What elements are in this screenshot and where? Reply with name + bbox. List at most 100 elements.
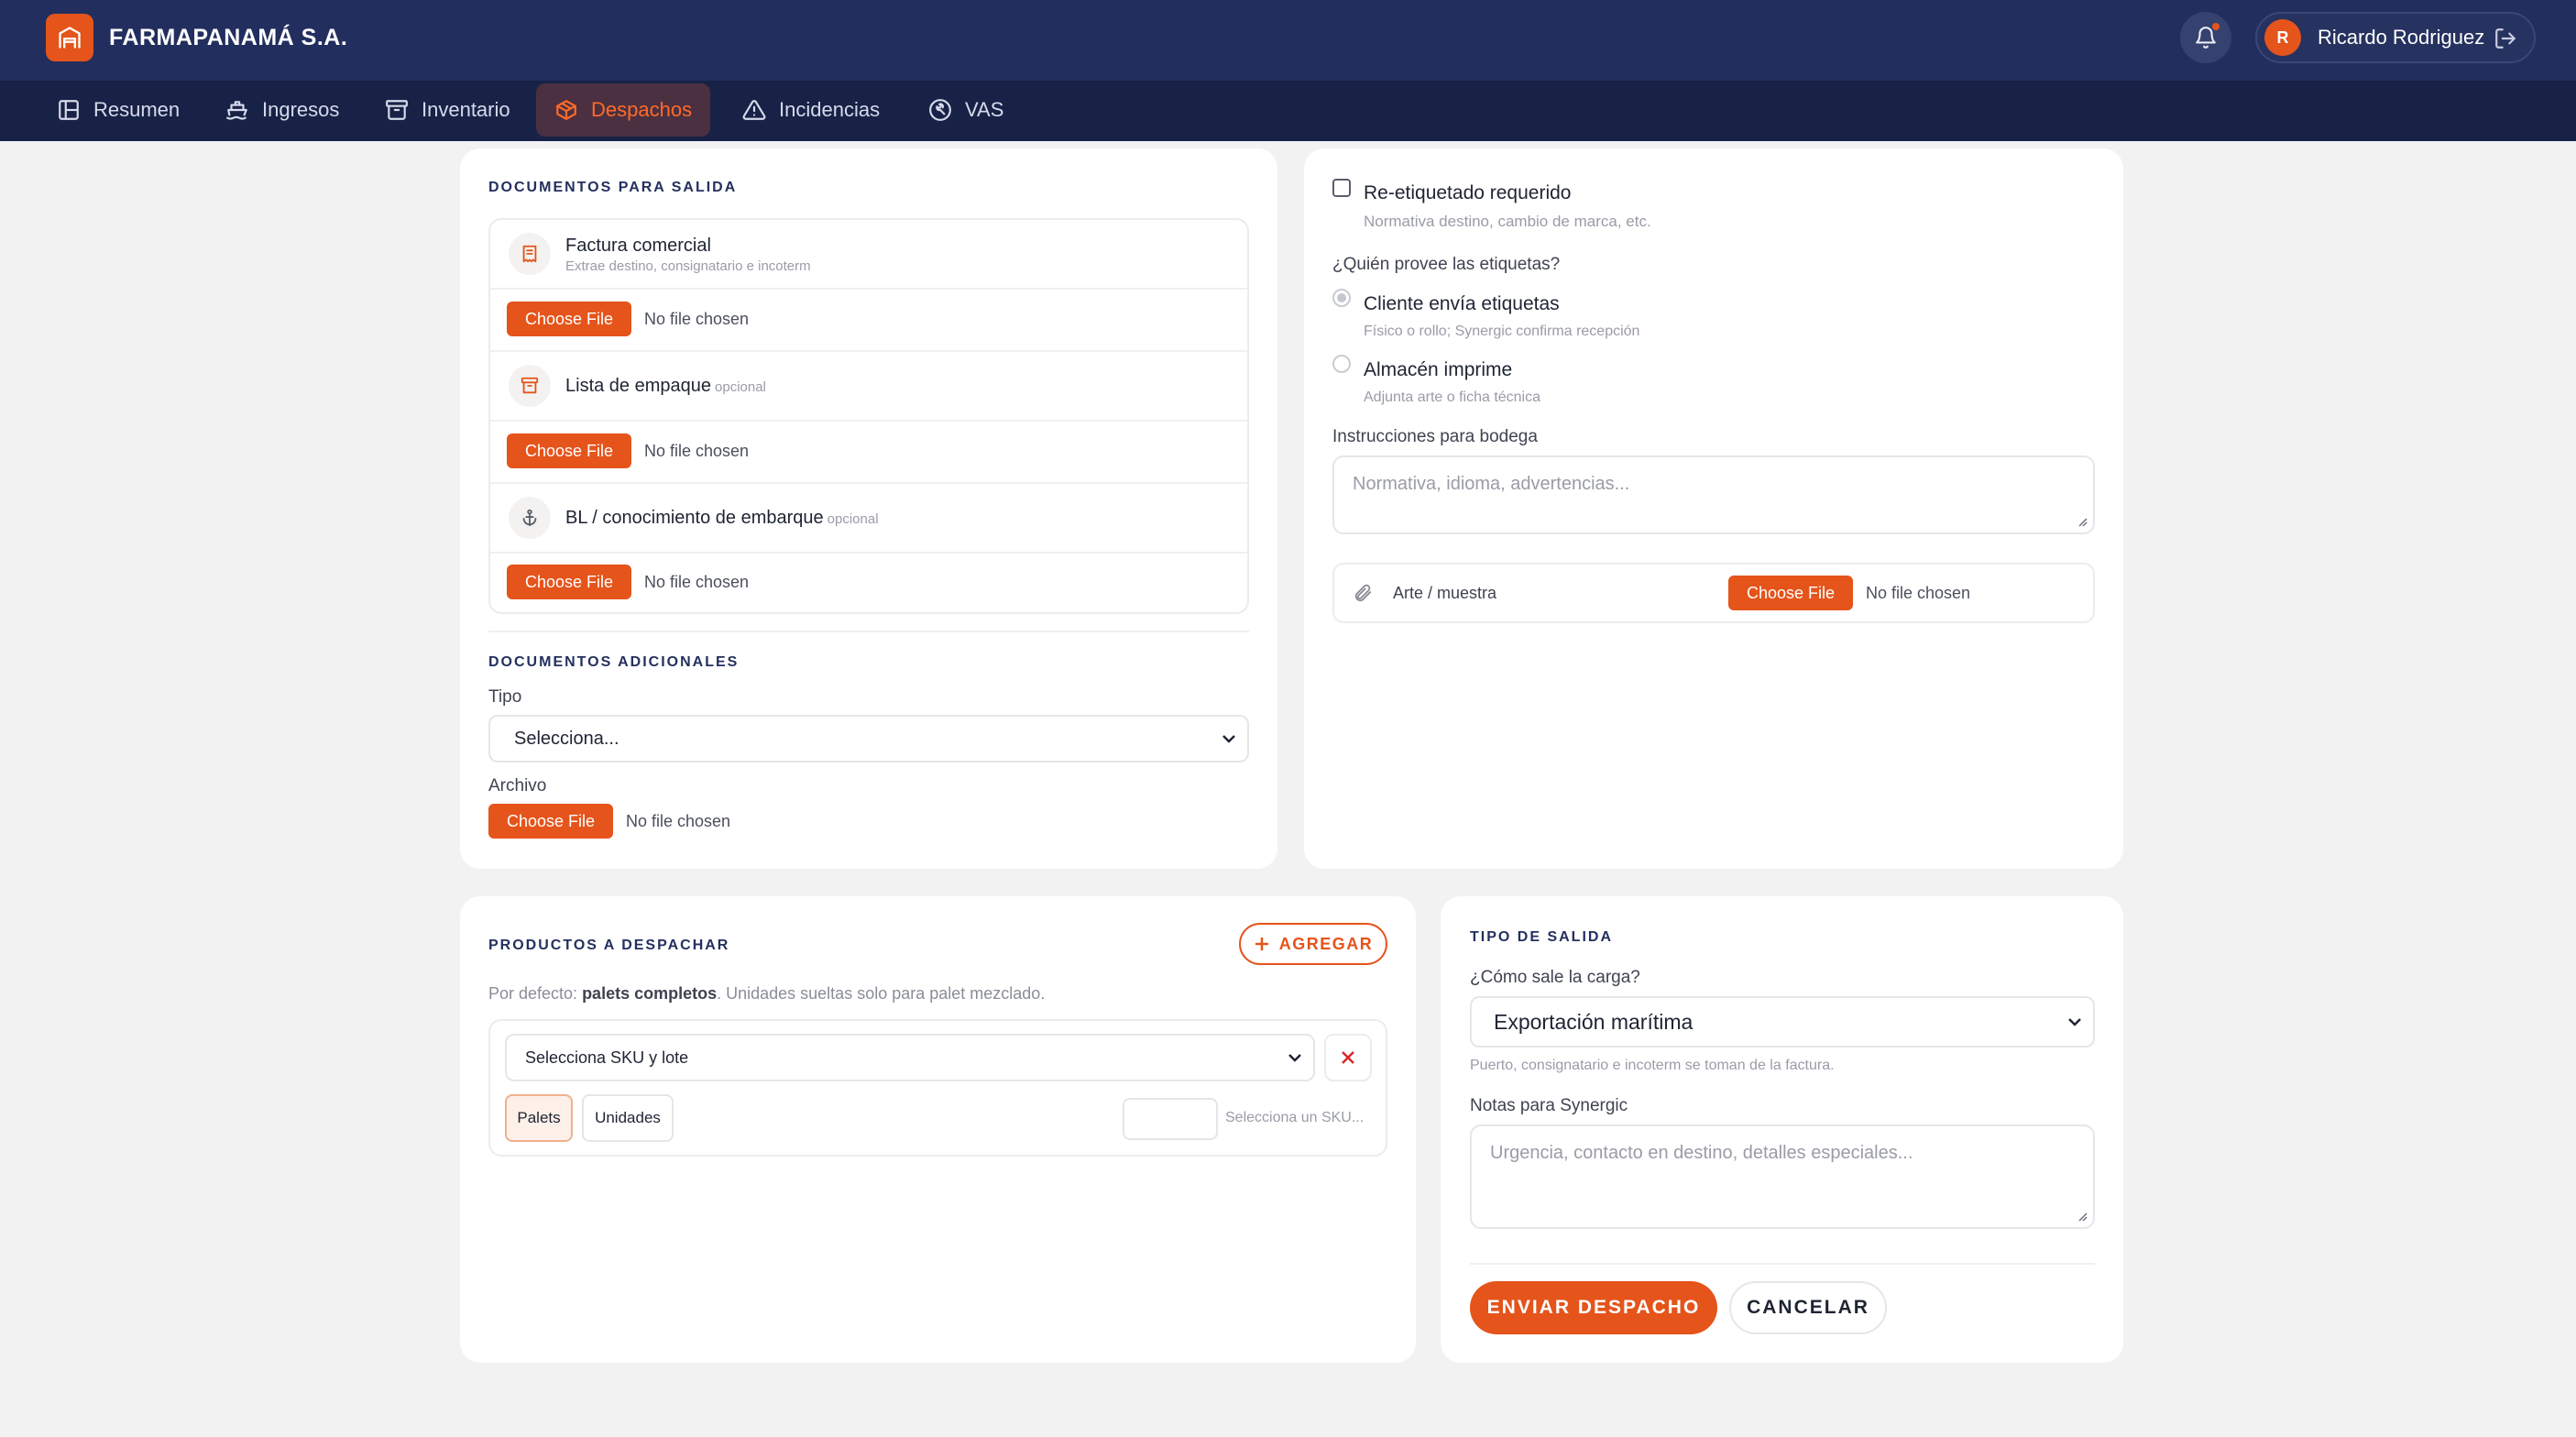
nav-label: Despachos — [591, 98, 693, 121]
optional-tag: opcional — [715, 379, 766, 395]
divider — [1470, 1263, 2095, 1265]
add-label: AGREGAR — [1278, 934, 1374, 953]
document-title: Lista de empaque opcional — [565, 376, 766, 397]
nav-label: Ingresos — [262, 98, 340, 121]
nav-resumen[interactable]: Resumen — [38, 83, 198, 137]
company-name: FARMAPANAMÁ S.A. — [109, 24, 348, 50]
file-status: No file chosen — [644, 442, 750, 460]
exit-hint: Puerto, consignatario e incoterm se toma… — [1470, 1058, 1835, 1073]
nav-label: Resumen — [93, 98, 181, 121]
instructions-placeholder: Normativa, idioma, advertencias... — [1353, 474, 1630, 494]
nav-vas[interactable]: VAS — [910, 83, 1022, 137]
receipt-icon — [509, 233, 551, 275]
paperclip-icon — [1354, 584, 1372, 602]
choose-file-button[interactable]: Choose File — [507, 433, 632, 468]
layout-icon — [59, 100, 79, 120]
notes-textarea[interactable]: Urgencia, contacto en destino, detalles … — [1470, 1124, 2095, 1229]
nav-ingresos[interactable]: Ingresos — [207, 83, 357, 137]
document-title: Factura comercial — [565, 236, 711, 256]
archivo-label: Archivo — [488, 776, 547, 795]
file-row-bl: Choose File No file chosen — [490, 554, 1247, 614]
document-title: BL / conocimiento de embarque opcional — [565, 508, 879, 529]
file-status: No file chosen — [1866, 584, 1971, 602]
labels-question: ¿Quién provee las etiquetas? — [1332, 255, 1561, 274]
exit-question: ¿Cómo sale la carga? — [1470, 968, 1640, 987]
document-item-lista: Lista de empaque opcional — [490, 352, 1247, 422]
nav-label: Inventario — [422, 98, 510, 121]
add-product-button[interactable]: AGREGAR — [1239, 923, 1387, 965]
choose-file-button[interactable]: Choose File — [1728, 576, 1854, 610]
brand[interactable]: FARMAPANAMÁ S.A. — [46, 14, 347, 61]
logout-icon[interactable] — [2494, 27, 2517, 50]
radio-almacen[interactable] — [1332, 355, 1351, 373]
option-label: Almacén imprime — [1364, 359, 1513, 380]
choose-file-button[interactable]: Choose File — [488, 804, 614, 839]
products-hint: Por defecto: palets completos. Unidades … — [488, 984, 1045, 1004]
exit-type-select[interactable]: Exportación marítima — [1470, 996, 2095, 1048]
hint-suffix: . Unidades sueltas solo para palet mezcl… — [717, 984, 1046, 1003]
divider — [488, 631, 1249, 632]
top-bar: FARMAPANAMÁ S.A. R Ricardo Rodriguez — [0, 0, 2576, 81]
option-hint: Físico o rollo; Synergic confirma recepc… — [1364, 324, 1640, 339]
file-row-factura: Choose File No file chosen — [490, 290, 1247, 352]
document-subtitle: Extrae destino, consignatario e incoterm — [565, 258, 811, 274]
box-icon — [556, 100, 576, 120]
nav-despachos[interactable]: Despachos — [536, 83, 711, 137]
unit-toggle-unidades[interactable]: Unidades — [582, 1094, 674, 1142]
choose-file-button[interactable]: Choose File — [507, 302, 632, 336]
relabel-checkbox[interactable] — [1332, 179, 1351, 197]
instructions-textarea[interactable]: Normativa, idioma, advertencias... — [1332, 455, 2095, 534]
warehouse-icon — [46, 14, 93, 61]
cancel-button[interactable]: CANCELAR — [1729, 1281, 1887, 1334]
tipo-select-value: Selecciona... — [514, 728, 619, 749]
archive-icon — [386, 100, 408, 120]
close-icon — [1342, 1051, 1354, 1064]
file-status: No file chosen — [626, 812, 731, 830]
main-nav: Resumen Ingresos Inventario Despachos In… — [0, 81, 2576, 141]
nav-incidencias[interactable]: Incidencias — [724, 83, 898, 137]
documents-title: DOCUMENTOS PARA SALIDA — [488, 180, 738, 195]
notes-placeholder: Urgencia, contacto en destino, detalles … — [1490, 1143, 1913, 1163]
wrench-icon — [929, 99, 951, 121]
plus-icon — [1255, 938, 1268, 950]
option-hint: Adjunta arte o ficha técnica — [1364, 389, 1541, 405]
relabel-label: Re-etiquetado requerido — [1364, 182, 1572, 203]
tipo-select[interactable]: Selecciona... — [488, 715, 1249, 762]
resize-handle-icon[interactable] — [2077, 516, 2088, 527]
relabel-hint: Normativa destino, cambio de marca, etc. — [1364, 213, 1651, 230]
user-name: Ricardo Rodriguez — [2318, 26, 2485, 49]
exit-type-title: TIPO DE SALIDA — [1470, 929, 1614, 945]
choose-file-button[interactable]: Choose File — [507, 565, 632, 599]
radio-cliente[interactable] — [1332, 289, 1351, 307]
quantity-input[interactable] — [1123, 1098, 1218, 1140]
file-row-lista: Choose File No file chosen — [490, 422, 1247, 484]
document-item-factura: Factura comercial Extrae destino, consig… — [490, 220, 1247, 290]
notification-dot — [2212, 23, 2220, 30]
warning-icon — [742, 100, 766, 120]
notifications-button[interactable] — [2180, 12, 2231, 63]
nav-label: Incidencias — [779, 98, 881, 121]
user-menu[interactable]: R Ricardo Rodriguez — [2255, 12, 2536, 63]
submit-dispatch-button[interactable]: ENVIAR DESPACHO — [1470, 1281, 1717, 1334]
nav-label: VAS — [965, 98, 1004, 121]
document-title-text: BL / conocimiento de embarque — [565, 508, 824, 528]
products-title: PRODUCTOS A DESPACHAR — [488, 938, 730, 953]
resize-handle-icon[interactable] — [2077, 1211, 2088, 1222]
unit-toggle-palets[interactable]: Palets — [505, 1094, 573, 1142]
quantity-hint: Selecciona un SKU... — [1225, 1110, 1365, 1125]
notes-label: Notas para Synergic — [1470, 1096, 1628, 1115]
nav-inventario[interactable]: Inventario — [367, 83, 529, 137]
ship-icon — [226, 101, 247, 120]
anchor-icon — [509, 497, 551, 539]
optional-tag: opcional — [827, 511, 879, 527]
chevron-down-icon — [1222, 735, 1235, 743]
package-list-icon — [509, 365, 551, 407]
remove-product-button[interactable] — [1324, 1034, 1372, 1081]
product-row: Selecciona SKU y lote Palets Unidades Se… — [488, 1019, 1387, 1157]
document-item-bl: BL / conocimiento de embarque opcional — [490, 484, 1247, 554]
option-label: Cliente envía etiquetas — [1364, 293, 1560, 314]
art-label: Arte / muestra — [1393, 584, 1497, 602]
documents-list: Factura comercial Extrae destino, consig… — [488, 218, 1249, 614]
chevron-down-icon — [2068, 1018, 2081, 1026]
sku-select[interactable]: Selecciona SKU y lote — [505, 1034, 1315, 1081]
